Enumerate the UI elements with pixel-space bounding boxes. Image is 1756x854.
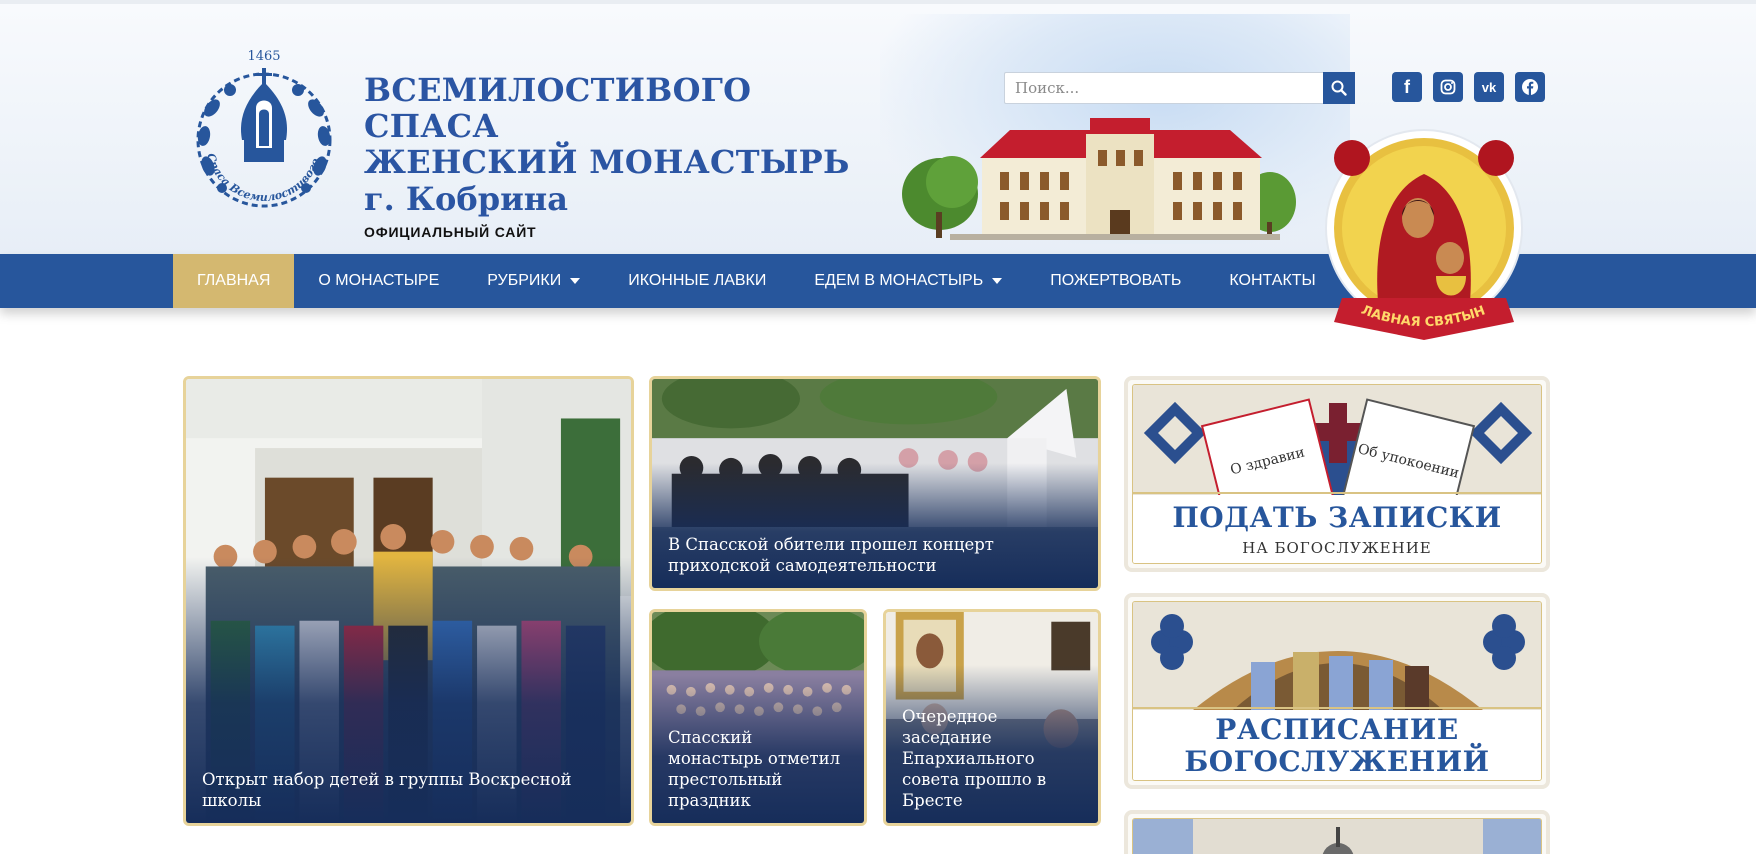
banner-ornament (1133, 602, 1541, 710)
monastery-building-image (902, 118, 1296, 240)
site-title-line1: ВСЕМИЛОСТИВОГО СПАСА (364, 71, 752, 145)
facebook-circle-icon (1522, 79, 1538, 95)
nav-item-label: ГЛАВНАЯ (197, 272, 271, 289)
banner-submit-notes[interactable]: О здравии Об упокоении ПОДАТЬ ЗАПИСКИ НА… (1124, 376, 1550, 572)
site-title-line3: г. Кобрина (364, 180, 568, 218)
banner-title: ПОДАТЬ ЗАПИСКИ (1172, 501, 1502, 534)
banner-ornament (1133, 819, 1541, 854)
search-form (1004, 72, 1355, 104)
chevron-down-icon (570, 278, 581, 284)
banner-title-line2: БОГОСЛУЖЕНИЙ (1184, 745, 1490, 778)
vk-link[interactable]: vk (1474, 72, 1504, 102)
banner-ornament: О здравии Об упокоении (1133, 385, 1541, 495)
site-title-line2: ЖЕНСКИЙ МОНАСТЫРЬ (364, 143, 850, 181)
page: 1465 обитель Спаса Всемилостивого г (0, 0, 1756, 854)
nav-item-about[interactable]: О МОНАСТЫРЕ (294, 254, 463, 308)
banner-subtitle: НА БОГОСЛУЖЕНИЕ (1242, 539, 1432, 557)
nav-item-categories[interactable]: РУБРИКИ (463, 254, 604, 308)
facebook-link[interactable]: f (1392, 72, 1422, 102)
nav-item-label: РУБРИКИ (487, 272, 562, 289)
logo-year: 1465 (247, 49, 280, 64)
nav-item-label: ИКОННЫЕ ЛАВКИ (628, 272, 767, 289)
search-icon (1331, 80, 1347, 96)
main-shrine-icon[interactable]: ГЛАВНАЯ СВЯТЫНЯ (1318, 126, 1530, 350)
vk-icon: vk (1481, 79, 1497, 95)
site-subtitle: ОФИЦИАЛЬНЫЙ САЙТ (364, 224, 537, 240)
chevron-down-icon (992, 278, 1003, 284)
nav-item-label: ПОЖЕРТВОВАТЬ (1050, 272, 1182, 289)
nav-item-label: О МОНАСТЫРЕ (318, 272, 440, 289)
news-card-1[interactable]: Открыт набор детей в группы Воскресной ш… (183, 376, 634, 826)
nav-item-donate[interactable]: ПОЖЕРТВОВАТЬ (1026, 254, 1205, 308)
monastery-logo[interactable]: 1465 обитель Спаса Всемилостивого г (186, 48, 342, 228)
site-title[interactable]: ВСЕМИЛОСТИВОГО СПАСА ЖЕНСКИЙ МОНАСТЫРЬ г… (364, 72, 884, 240)
nav-item-icon-shops[interactable]: ИКОННЫЕ ЛАВКИ (604, 254, 790, 308)
nav-item-label: КОНТАКТЫ (1229, 272, 1316, 289)
news-title: В Спасской обители прошел концерт приход… (668, 535, 994, 575)
news-card-4[interactable]: Очередное заседание Епархиального совета… (883, 609, 1101, 826)
nav-item-visit[interactable]: ЕДЕМ В МОНАСТЫРЬ (790, 254, 1026, 308)
facebook-circle-link[interactable] (1515, 72, 1545, 102)
news-card-2[interactable]: В Спасской обители прошел концерт приход… (649, 376, 1101, 591)
news-title: Очередное заседание Епархиального совета… (902, 707, 1047, 810)
nav-item-label: ЕДЕМ В МОНАСТЫРЬ (814, 272, 984, 289)
news-title: Спасский монастырь отметил престольный п… (668, 728, 841, 810)
news-title: Открыт набор детей в группы Воскресной ш… (202, 770, 572, 810)
instagram-icon (1440, 79, 1456, 95)
search-input[interactable] (1004, 72, 1323, 104)
instagram-link[interactable] (1433, 72, 1463, 102)
search-button[interactable] (1323, 72, 1355, 104)
facebook-icon: f (1404, 76, 1410, 97)
banner-title-line1: РАСПИСАНИЕ (1215, 713, 1459, 746)
news-card-3[interactable]: Спасский монастырь отметил престольный п… (649, 609, 867, 826)
banner-service-schedule[interactable]: РАСПИСАНИЕ БОГОСЛУЖЕНИЙ (1124, 593, 1550, 789)
nav-item-home[interactable]: ГЛАВНАЯ (173, 254, 295, 308)
banner-third[interactable] (1124, 810, 1550, 854)
